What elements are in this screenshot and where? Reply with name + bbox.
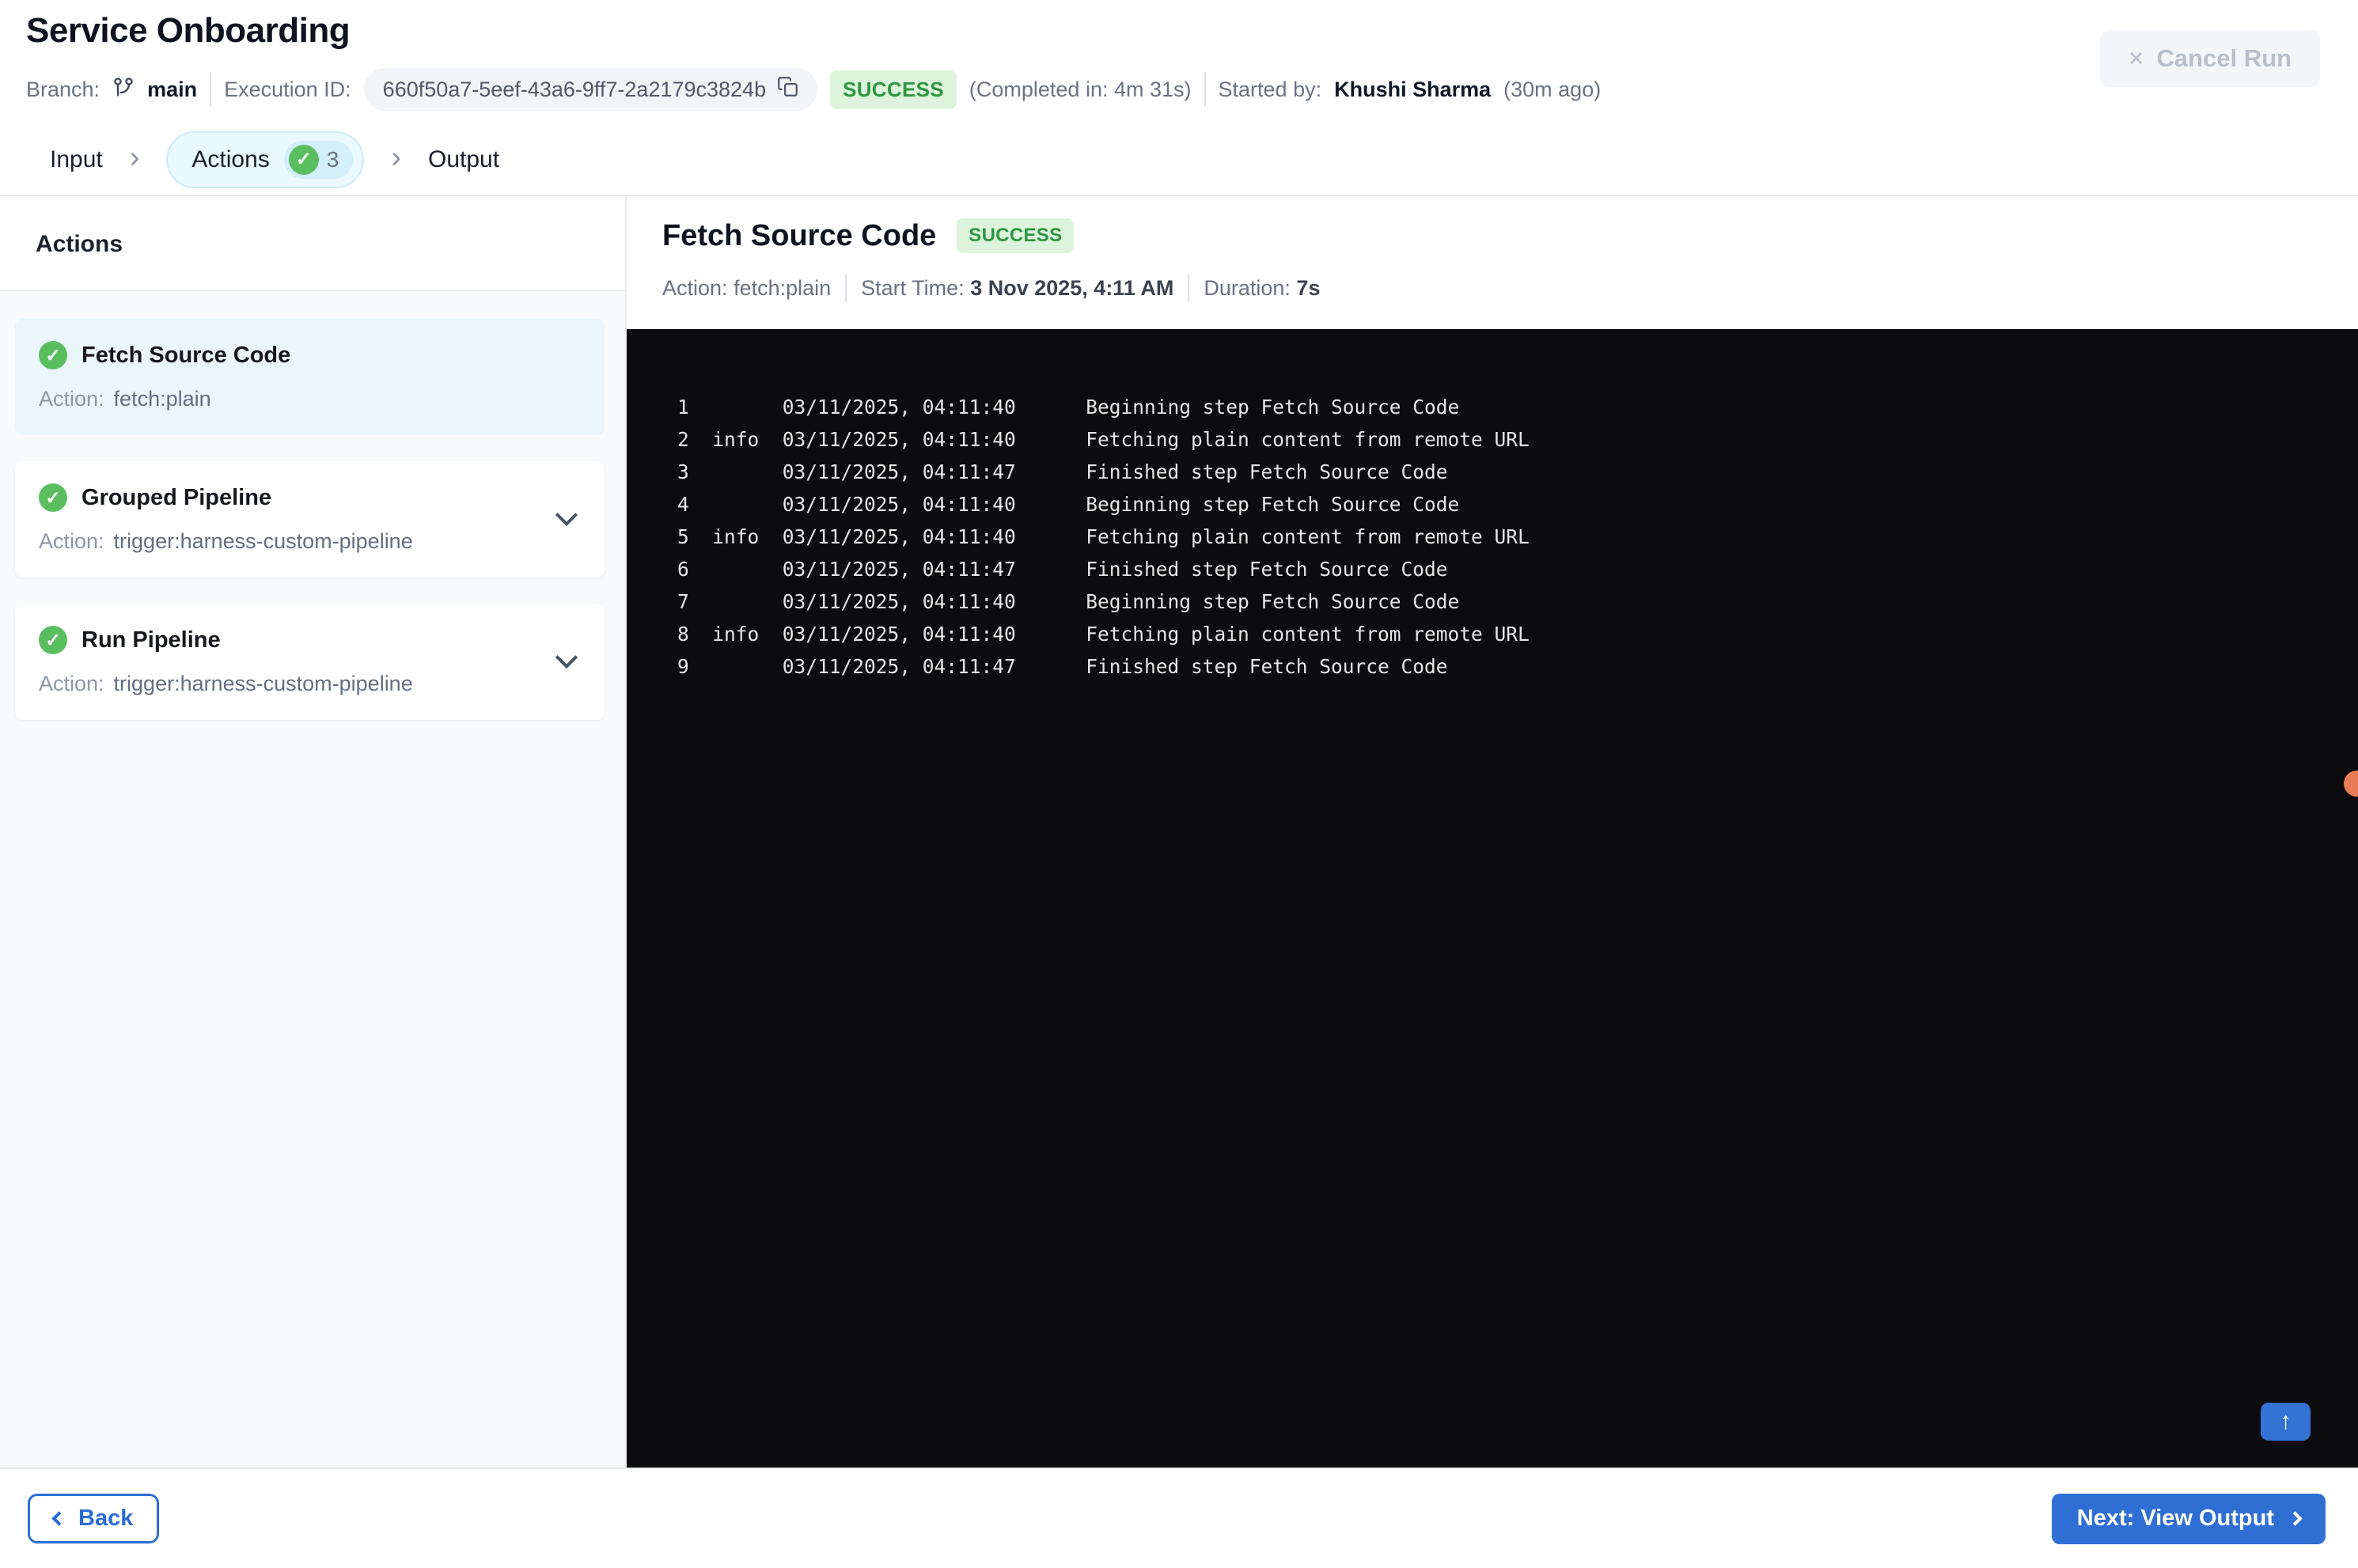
action-label: Action: [39,387,104,411]
action-card-title: Fetch Source Code [82,342,291,368]
action-card-title: Run Pipeline [82,627,221,653]
execution-id-label: Execution ID: [224,77,351,101]
status-badge: SUCCESS [830,70,957,109]
action-value: trigger:harness-custom-pipeline [113,672,413,695]
chevron-right-icon [2288,1511,2303,1526]
branch-label: Branch: [26,77,100,101]
actions-count: 3 [326,146,339,172]
close-icon: × [2128,44,2144,74]
actions-sidebar: Actions ✓ Fetch Source Code Action: fetch… [0,196,627,1468]
tab-actions-label: Actions [191,146,270,172]
sidebar-heading: Actions [36,231,123,257]
arrow-up-icon: ↑ [2280,1408,2292,1434]
header-meta-row: Branch: main Execution ID: 660f50a7-5eef… [26,68,2320,111]
back-button-label: Back [78,1506,134,1531]
started-by-label: Started by: [1218,77,1322,101]
action-value: trigger:harness-custom-pipeline [113,529,413,553]
orange-indicator-dot [2344,771,2358,797]
log-console[interactable]: 1 03/11/2025, 04:11:40 Beginning step Fe… [627,329,2358,1468]
action-card-list: ✓ Fetch Source Code Action: fetch:plain ✓… [0,291,625,1468]
divider [845,274,847,302]
detail-action: Action: fetch:plain [662,275,832,300]
action-card[interactable]: ✓ Grouped Pipeline Action: trigger:harnes… [15,461,605,578]
execution-id-value: 660f50a7-5eef-43a6-9ff7-2a2179c3824b [382,77,767,101]
action-card-title: Grouped Pipeline [82,484,272,510]
tab-actions[interactable]: Actions ✓ 3 [166,131,365,188]
main-panel: Fetch Source Code SUCCESS Action: fetch:… [627,196,2358,1468]
header: Service Onboarding Branch: main Executio… [0,0,2358,124]
footer: Back Next: View Output [0,1468,2358,1568]
action-card-meta: Action: trigger:harness-custom-pipeline [39,672,581,696]
execution-id-chip: 660f50a7-5eef-43a6-9ff7-2a2179c3824b [363,68,818,111]
check-circle-icon: ✓ [39,626,67,654]
divider [210,72,212,107]
check-circle-icon: ✓ [288,144,319,175]
detail-status-badge: SUCCESS [957,218,1075,253]
copy-icon[interactable] [777,76,798,103]
next-view-output-button[interactable]: Next: View Output [2051,1493,2326,1544]
chevron-left-icon [51,1511,66,1526]
divider [1204,72,1206,107]
detail-header: Fetch Source Code SUCCESS Action: fetch:… [627,196,2358,329]
scroll-to-top-button[interactable]: ↑ [2261,1403,2311,1441]
check-circle-icon: ✓ [39,483,67,512]
action-card[interactable]: ✓ Fetch Source Code Action: fetch:plain [15,319,605,435]
chevron-right-icon: › [129,140,140,174]
chevron-right-icon: › [391,140,402,174]
actions-count-chip: ✓ 3 [283,140,354,179]
cancel-run-button[interactable]: × Cancel Run [2099,30,2320,87]
started-ago-text: (30m ago) [1503,77,1602,101]
action-value: fetch:plain [113,387,211,411]
log-lines: 1 03/11/2025, 04:11:40 Beginning step Fe… [677,396,1530,678]
completed-in-text: (Completed in: 4m 31s) [969,77,1192,101]
action-card[interactable]: ✓ Run Pipeline Action: trigger:harness-cu… [15,604,605,720]
tab-input[interactable]: Input [50,146,103,173]
execution-detail-page: Service Onboarding Branch: main Executio… [0,0,2358,1568]
page-title: Service Onboarding [26,11,351,50]
branch-name: main [147,77,198,101]
tab-output[interactable]: Output [428,146,499,173]
next-button-label: Next: View Output [2076,1506,2274,1531]
cancel-run-label: Cancel Run [2156,44,2292,72]
detail-title: Fetch Source Code [662,218,937,252]
sidebar-header: Actions [0,196,625,291]
started-by-name: Khushi Sharma [1334,77,1492,101]
action-label: Action: [39,529,104,553]
action-card-meta: Action: trigger:harness-custom-pipeline [39,529,581,554]
divider [1188,274,1190,302]
stepper-tabbar: Input › Actions ✓ 3 › Output [0,124,2358,196]
back-button[interactable]: Back [28,1494,160,1543]
action-card-meta: Action: fetch:plain [39,387,581,411]
detail-start-time: Start Time: 3 Nov 2025, 4:11 AM [861,275,1174,300]
action-label: Action: [39,672,104,695]
git-branch-icon [112,76,135,104]
detail-duration: Duration: 7s [1204,275,1321,300]
detail-meta-row: Action: fetch:plain Start Time: 3 Nov 20… [662,274,2358,302]
check-circle-icon: ✓ [39,341,67,369]
body: Actions ✓ Fetch Source Code Action: fetch… [0,196,2358,1468]
